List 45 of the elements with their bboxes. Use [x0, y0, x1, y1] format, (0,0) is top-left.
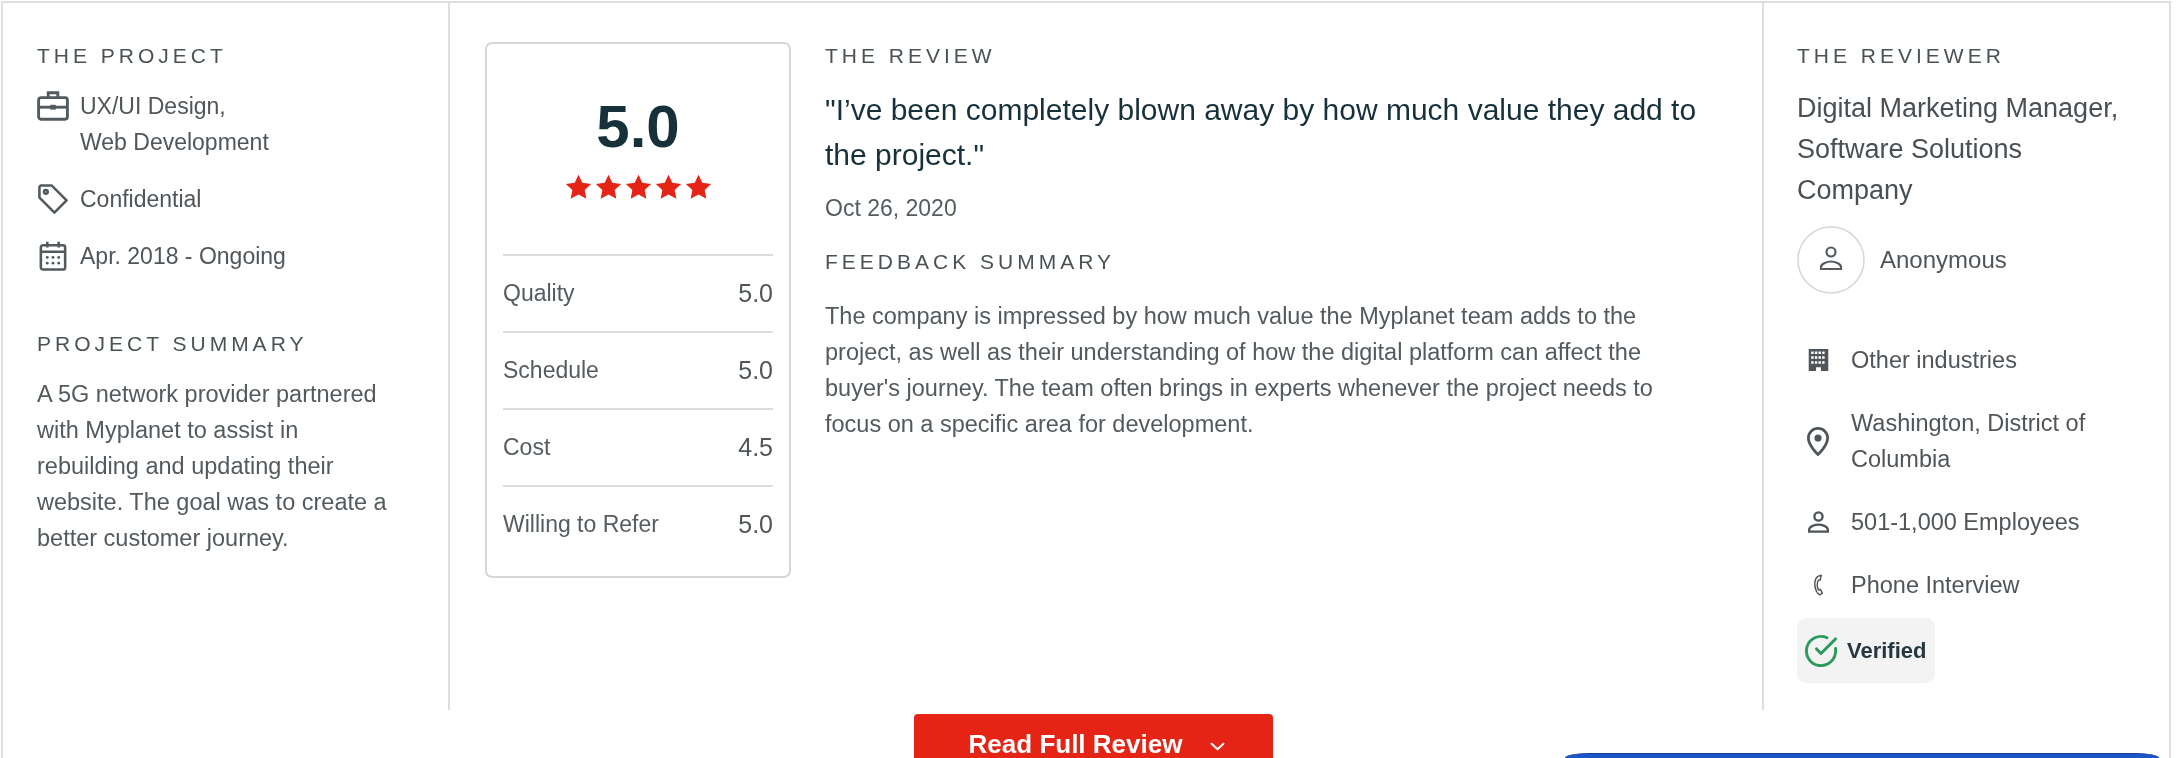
overall-rating: 5.0	[596, 94, 680, 160]
star-icon	[624, 174, 652, 200]
rating-value: 4.5	[738, 433, 773, 462]
section-heading: THE PROJECT	[37, 43, 228, 69]
star-icon	[594, 174, 622, 200]
section-heading: FEEDBACK SUMMARY	[825, 249, 1116, 275]
reviewer-detail-text: Other industries	[1851, 346, 2018, 375]
reviewer-detail-text: 501-1,000 Employees	[1851, 508, 2081, 537]
project-detail-text: Apr. 2018 - Ongoing	[80, 242, 286, 271]
tag-icon	[37, 184, 69, 214]
rating-label: Quality	[503, 280, 575, 307]
review-date: Oct 26, 2020	[825, 194, 958, 223]
feedback-summary-text: The company is impressed by how much value the Myplanet team adds to the project, as well as their understanding of how the digital platform can affect the buyer's journey. The team often brings in experts whenever the project needs to focus on a specific area for development.	[825, 302, 1654, 439]
section-heading: THE REVIEW	[825, 43, 997, 69]
calendar-icon	[37, 241, 69, 271]
map-pin-icon	[1807, 426, 1829, 456]
rating-value: 5.0	[738, 356, 773, 385]
review-quote: "I’ve been completely blown away by how much value they add to the project."	[825, 92, 1698, 173]
rating-label: Cost	[503, 434, 551, 461]
rating-value: 5.0	[738, 510, 773, 539]
section-heading: PROJECT SUMMARY	[37, 331, 309, 357]
section-heading: THE REVIEWER	[1797, 43, 2006, 69]
project-detail-text: Confidential	[80, 185, 202, 214]
reviewer-title: Digital Marketing Manager, Software Solutions Company	[1797, 92, 2120, 207]
building-icon	[1807, 349, 1829, 371]
rating-value: 5.0	[738, 279, 773, 308]
person-icon	[1807, 511, 1829, 533]
project-detail-text: Web Development	[80, 128, 269, 157]
project-summary-text: A 5G network provider partnered with Myplanet to assist in rebuilding and updating their website. The goal was to create a better customer journey.	[37, 380, 388, 553]
reviewer-name: Anonymous	[1880, 246, 2007, 274]
star-icon	[564, 174, 592, 200]
reviewer-detail-text: Washington, District of Columbia	[1851, 409, 2087, 474]
reviewer-detail-text: Phone Interview	[1851, 571, 2021, 600]
phone-icon	[1812, 574, 1824, 596]
star-icon	[684, 174, 712, 200]
verified-badge: Verified	[1797, 618, 1936, 683]
read-full-review-button[interactable]: Read Full Review	[913, 714, 1273, 758]
project-detail-text: UX/UI Design,	[80, 92, 227, 121]
rating-label: Schedule	[503, 357, 599, 384]
rating-label: Willing to Refer	[503, 511, 659, 538]
avatar-icon	[1797, 226, 1865, 294]
check-circle-icon	[1804, 633, 1838, 668]
briefcase-icon	[37, 91, 69, 121]
chevron-down-icon	[1210, 742, 1226, 751]
star-icon	[654, 174, 682, 200]
